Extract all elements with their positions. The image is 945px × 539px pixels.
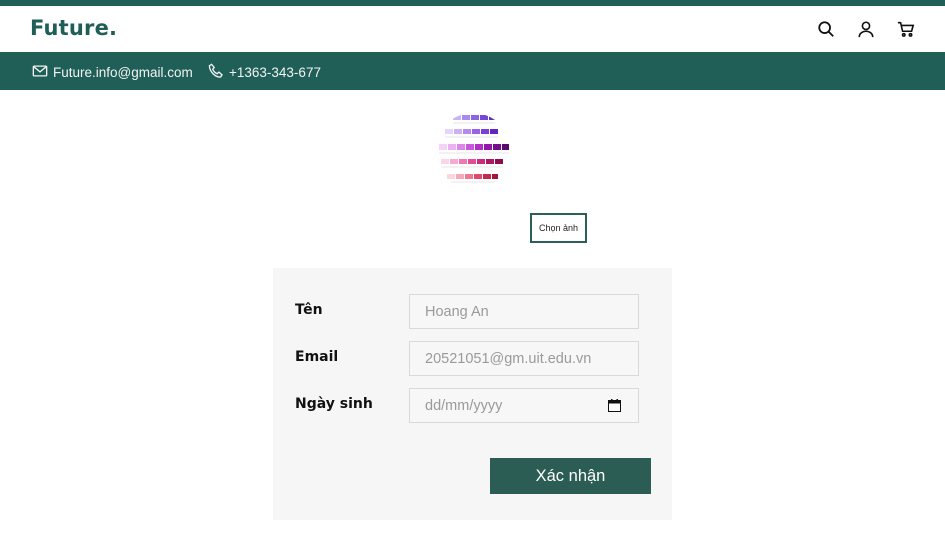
contact-email-text: Future.info@gmail.com [53, 65, 193, 80]
contact-email[interactable]: Future.info@gmail.com [32, 63, 193, 82]
name-input-placeholder: Hoang An [425, 303, 489, 320]
contact-phone[interactable]: +1363-343-677 [208, 63, 321, 82]
profile-form: Tên Hoang An Email 20521051@gm.uit.edu.v… [273, 268, 672, 520]
email-label: Email [295, 349, 339, 365]
user-icon[interactable] [857, 20, 875, 38]
site-header: Future. [0, 6, 945, 52]
search-icon[interactable] [817, 20, 835, 38]
calendar-icon[interactable] [608, 399, 621, 412]
dob-label: Ngày sinh [295, 396, 373, 412]
name-label: Tên [295, 302, 323, 318]
dob-input[interactable]: dd/mm/yyyy [409, 388, 639, 423]
dob-input-placeholder: dd/mm/yyyy [425, 397, 503, 414]
submit-button[interactable]: Xác nhận [490, 458, 651, 494]
avatar-image [435, 113, 511, 189]
choose-image-button[interactable]: Chọn ảnh [530, 213, 587, 243]
header-actions [817, 20, 915, 38]
site-logo[interactable]: Future. [30, 16, 117, 40]
phone-icon [208, 63, 224, 82]
name-input[interactable]: Hoang An [409, 294, 639, 329]
contact-bar: Future.info@gmail.com +1363-343-677 [0, 52, 945, 90]
mail-icon [32, 63, 48, 82]
cart-icon[interactable] [897, 20, 915, 38]
email-input-placeholder: 20521051@gm.uit.edu.vn [425, 350, 592, 367]
email-input[interactable]: 20521051@gm.uit.edu.vn [409, 341, 639, 376]
contact-phone-text: +1363-343-677 [229, 65, 321, 80]
